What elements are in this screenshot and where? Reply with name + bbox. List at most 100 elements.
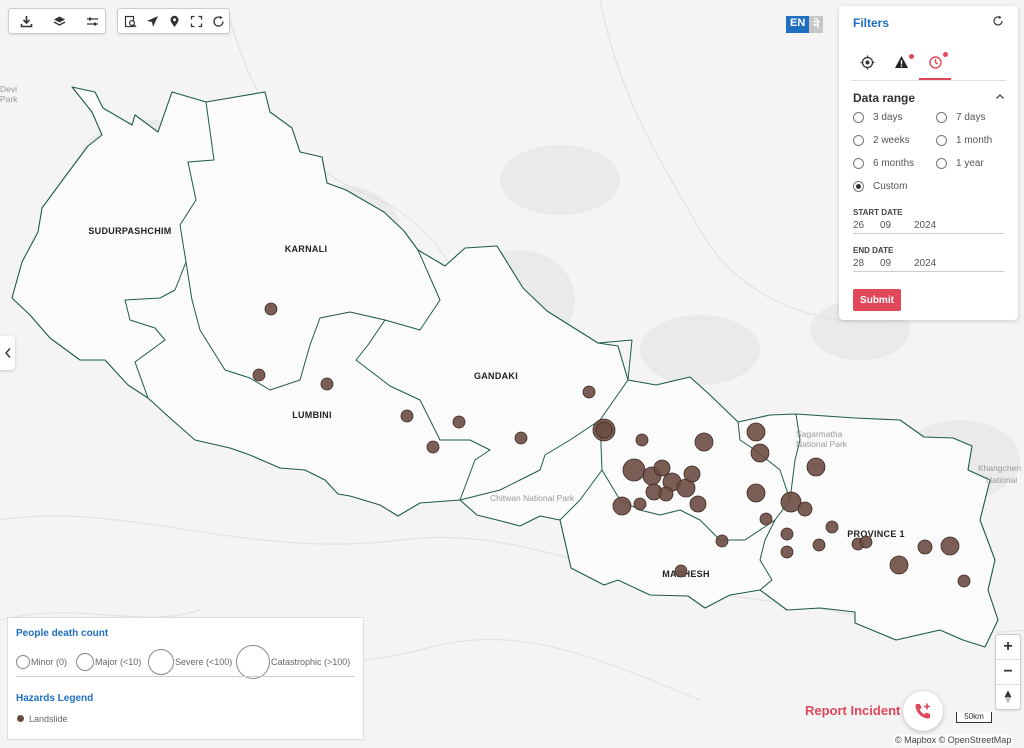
place-label-khangchen: Khangchen	[978, 463, 1021, 473]
landslide-marker	[812, 538, 826, 552]
location-pin-icon[interactable]	[167, 11, 183, 31]
end-date-label: END DATE	[853, 246, 894, 255]
chevron-up-icon[interactable]	[995, 91, 1005, 105]
radio-2-weeks[interactable]: 2 weeks	[853, 135, 910, 146]
report-incident-label[interactable]: Report Incident	[805, 703, 900, 718]
landslide-marker	[759, 512, 773, 526]
landslide-marker	[320, 377, 334, 391]
radio-label: 7 days	[956, 112, 986, 123]
radio-circle[interactable]	[936, 135, 947, 146]
landslide-marker	[940, 536, 960, 556]
end-day[interactable]: 28	[853, 258, 864, 269]
place-label-devi: Devi	[0, 84, 17, 94]
legend-label-catastrophic: Catastrophic (>100)	[271, 657, 351, 667]
tab-location[interactable]	[851, 46, 883, 78]
radio-circle-selected[interactable]	[853, 181, 864, 192]
legend-ring-major	[76, 653, 94, 671]
radio-1-month[interactable]: 1 month	[936, 135, 992, 146]
end-year[interactable]: 2024	[914, 258, 936, 269]
radio-circle[interactable]	[936, 158, 947, 169]
legend-label-major: Major (<10)	[95, 657, 142, 667]
radio-6-months[interactable]: 6 months	[853, 158, 914, 169]
landslide-marker	[595, 421, 613, 439]
zoom-out-button[interactable]: −	[996, 660, 1020, 685]
radio-circle[interactable]	[853, 135, 864, 146]
end-date-input[interactable]: 28 09 2024	[853, 258, 1004, 272]
tab-hazard[interactable]	[885, 46, 917, 78]
language-switch: EN ने	[786, 16, 824, 33]
landslide-marker	[674, 564, 688, 578]
sidebar-toggle[interactable]	[0, 336, 15, 370]
landslide-marker	[859, 535, 873, 549]
start-date-label: START DATE	[853, 208, 903, 217]
landslide-marker	[825, 520, 839, 534]
landslide-swatch	[17, 715, 24, 722]
compass-button[interactable]	[996, 685, 1020, 709]
landslide-marker	[514, 431, 528, 445]
start-day[interactable]: 26	[853, 220, 864, 231]
landslide-marker	[694, 432, 714, 452]
landslide-marker	[582, 385, 596, 399]
legend-label-severe: Severe (<100)	[175, 657, 233, 667]
start-date-input[interactable]: 26 09 2024	[853, 220, 1004, 234]
filters-panel: Filters Data range 3 days 7 days 2 weeks…	[839, 6, 1018, 320]
submit-button[interactable]: Submit	[853, 289, 901, 311]
province-label-karnali: KARNALI	[285, 244, 328, 254]
landslide-marker	[264, 302, 278, 316]
landslide-marker	[957, 574, 971, 588]
phone-plus-icon	[915, 703, 930, 719]
radio-label: 6 months	[873, 158, 915, 169]
lang-en-button[interactable]: EN	[786, 16, 810, 33]
download-icon[interactable]	[16, 11, 36, 31]
radio-circle[interactable]	[853, 158, 864, 169]
search-region-icon[interactable]	[123, 11, 139, 31]
radio-circle[interactable]	[936, 112, 947, 123]
end-month[interactable]: 09	[880, 258, 891, 269]
data-range-title: Data range	[853, 91, 916, 105]
zoom-in-button[interactable]: +	[996, 635, 1020, 660]
filter-sliders-icon[interactable]	[82, 11, 102, 31]
radio-1-year[interactable]: 1 year	[936, 158, 984, 169]
start-year[interactable]: 2024	[914, 220, 936, 231]
fullscreen-icon[interactable]	[188, 11, 204, 31]
place-label-chitwan: Chitwan National Park	[490, 493, 575, 503]
province-label-sudurpashchim: SUDURPASHCHIM	[88, 226, 171, 236]
legend-label-landslide: Landslide	[29, 714, 68, 724]
map-attribution[interactable]: © Mapbox © OpenStreetMap	[893, 735, 1014, 745]
navigate-arrow-icon[interactable]	[145, 11, 161, 31]
chevron-left-icon	[4, 348, 11, 358]
lang-ne-button[interactable]: ने	[809, 16, 824, 33]
landslide-marker	[635, 433, 649, 447]
time-tab-badge	[943, 52, 948, 57]
layers-icon[interactable]	[49, 11, 69, 31]
radio-label: 2 weeks	[873, 135, 910, 146]
landslide-marker	[653, 459, 671, 477]
data-range-header[interactable]: Data range	[853, 91, 1005, 105]
layer-toolbar	[8, 8, 106, 34]
landslide-marker	[633, 497, 647, 511]
tab-time-range[interactable]	[919, 46, 951, 80]
landslide-marker	[746, 483, 766, 503]
compass-icon	[1004, 690, 1012, 704]
report-incident-button[interactable]	[903, 691, 943, 731]
province-label-lumbini: LUMBINI	[292, 410, 332, 420]
radio-circle[interactable]	[853, 112, 864, 123]
legend-panel: People death count Minor (0) Major (<10)…	[7, 617, 364, 740]
filters-title: Filters	[853, 16, 890, 30]
radio-7-days[interactable]: 7 days	[936, 112, 985, 123]
radio-3-days[interactable]: 3 days	[853, 112, 902, 123]
province-label-gandaki: GANDAKI	[474, 371, 518, 381]
landslide-marker	[400, 409, 414, 423]
map-tools-toolbar	[117, 8, 230, 34]
refresh-icon[interactable]	[992, 15, 1004, 30]
place-label-sagarmatha: Sagarmatha	[796, 429, 843, 439]
legend-ring-severe	[148, 649, 174, 675]
reset-refresh-icon[interactable]	[210, 11, 226, 31]
landslide-marker	[746, 422, 766, 442]
place-label-khangchen-national: National	[986, 475, 1017, 485]
landslide-marker	[452, 415, 466, 429]
zoom-controls: + −	[995, 634, 1021, 710]
start-month[interactable]: 09	[880, 220, 891, 231]
radio-custom[interactable]: Custom	[853, 181, 907, 192]
landslide-marker	[658, 486, 674, 502]
